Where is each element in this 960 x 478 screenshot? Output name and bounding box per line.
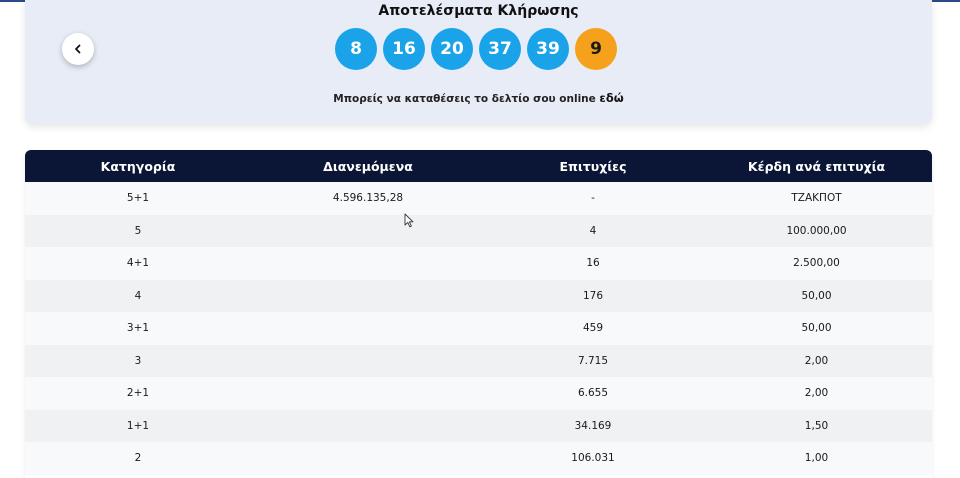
cell-distributed <box>251 410 485 443</box>
results-title: Αποτελέσματα Κλήρωσης <box>378 3 579 19</box>
table-header-row: Κατηγορία Διανεμόμενα Επιτυχίες Κέρδη αν… <box>25 150 932 182</box>
cell-prize: 100.000,00 <box>786 224 847 237</box>
header-winners: Επιτυχίες <box>559 158 627 174</box>
table-row: 4 176 50,00 <box>25 279 932 313</box>
number-ball: 20 <box>431 28 473 70</box>
prize-table-container: Κατηγορία Διανεμόμενα Επιτυχίες Κέρδη αν… <box>25 150 932 478</box>
cell-distributed <box>251 442 485 475</box>
header-distributed: Διανεμόμενα <box>323 158 413 174</box>
cell-prize: 2.500,00 <box>793 257 840 270</box>
cell-category: 2 <box>134 452 142 465</box>
chevron-left-icon <box>75 44 81 54</box>
cell-prize: 1,00 <box>804 452 829 465</box>
header-prize-per-winner: Κέρδη ανά επιτυχία <box>747 158 886 174</box>
cell-winners: 106.031 <box>571 452 615 465</box>
cell-winners: - <box>591 192 595 205</box>
cell-prize: ΤΖΑΚΠΟΤ <box>791 192 842 205</box>
cell-category: 5 <box>134 224 142 237</box>
cell-prize: 50,00 <box>801 322 832 335</box>
winning-numbers: 8 16 20 37 39 9 <box>335 28 617 70</box>
table-row: 2 106.031 1,00 <box>25 442 932 475</box>
cell-winners: 7.715 <box>577 354 609 367</box>
cell-category: 3 <box>134 354 142 367</box>
cell-category: 2+1 <box>126 387 150 400</box>
cell-distributed <box>251 377 485 410</box>
cell-winners: 34.169 <box>574 419 612 432</box>
cell-winners: 459 <box>582 322 604 335</box>
cell-prize: 1,50 <box>804 419 829 432</box>
cell-distributed <box>251 247 485 280</box>
previous-draw-button[interactable] <box>62 33 94 65</box>
table-row: 5 4 100.000,00 <box>25 214 932 248</box>
cell-distributed <box>251 215 485 248</box>
number-ball: 37 <box>479 28 521 70</box>
cell-prize: 50,00 <box>801 289 832 302</box>
cell-distributed <box>251 345 485 378</box>
cell-category: 4 <box>134 289 142 302</box>
cell-distributed <box>251 280 485 313</box>
draw-results-card: Αποτελέσματα Κλήρωσης 8 16 20 37 39 9 Μπ… <box>25 0 932 124</box>
cell-winners: 4 <box>589 224 597 237</box>
table-row: 5+1 4.596.135,28 - ΤΖΑΚΠΟΤ <box>25 182 932 215</box>
cell-category: 1+1 <box>126 419 150 432</box>
number-ball: 39 <box>527 28 569 70</box>
online-note-text: Μπορείς να καταθέσεις το δελτίο σου onli… <box>333 93 596 105</box>
cell-category: 5+1 <box>126 192 150 205</box>
cell-winners: 6.655 <box>577 387 609 400</box>
header-category: Κατηγορία <box>100 158 176 174</box>
cell-distributed <box>251 312 485 345</box>
online-note: Μπορείς να καταθέσεις το δελτίο σου onli… <box>25 91 932 105</box>
cell-winners: 176 <box>582 289 604 302</box>
number-ball: 8 <box>335 28 377 70</box>
table-row: 1+1 34.169 1,50 <box>25 409 932 443</box>
cell-category: 3+1 <box>126 322 150 335</box>
bonus-number-ball: 9 <box>575 28 617 70</box>
number-ball: 16 <box>383 28 425 70</box>
table-row: 3+1 459 50,00 <box>25 312 932 345</box>
table-row: 2+1 6.655 2,00 <box>25 377 932 410</box>
cell-winners: 16 <box>586 257 600 270</box>
table-row: 4+1 16 2.500,00 <box>25 247 932 280</box>
cell-prize: 2,00 <box>804 354 829 367</box>
cell-prize: 2,00 <box>804 387 829 400</box>
online-note-link[interactable]: εδώ <box>599 91 623 105</box>
mouse-cursor-icon <box>404 213 414 228</box>
cell-category: 4+1 <box>126 257 150 270</box>
table-row: 3 7.715 2,00 <box>25 344 932 378</box>
cell-distributed: 4.596.135,28 <box>332 192 404 205</box>
prize-table: Κατηγορία Διανεμόμενα Επιτυχίες Κέρδη αν… <box>25 150 932 475</box>
